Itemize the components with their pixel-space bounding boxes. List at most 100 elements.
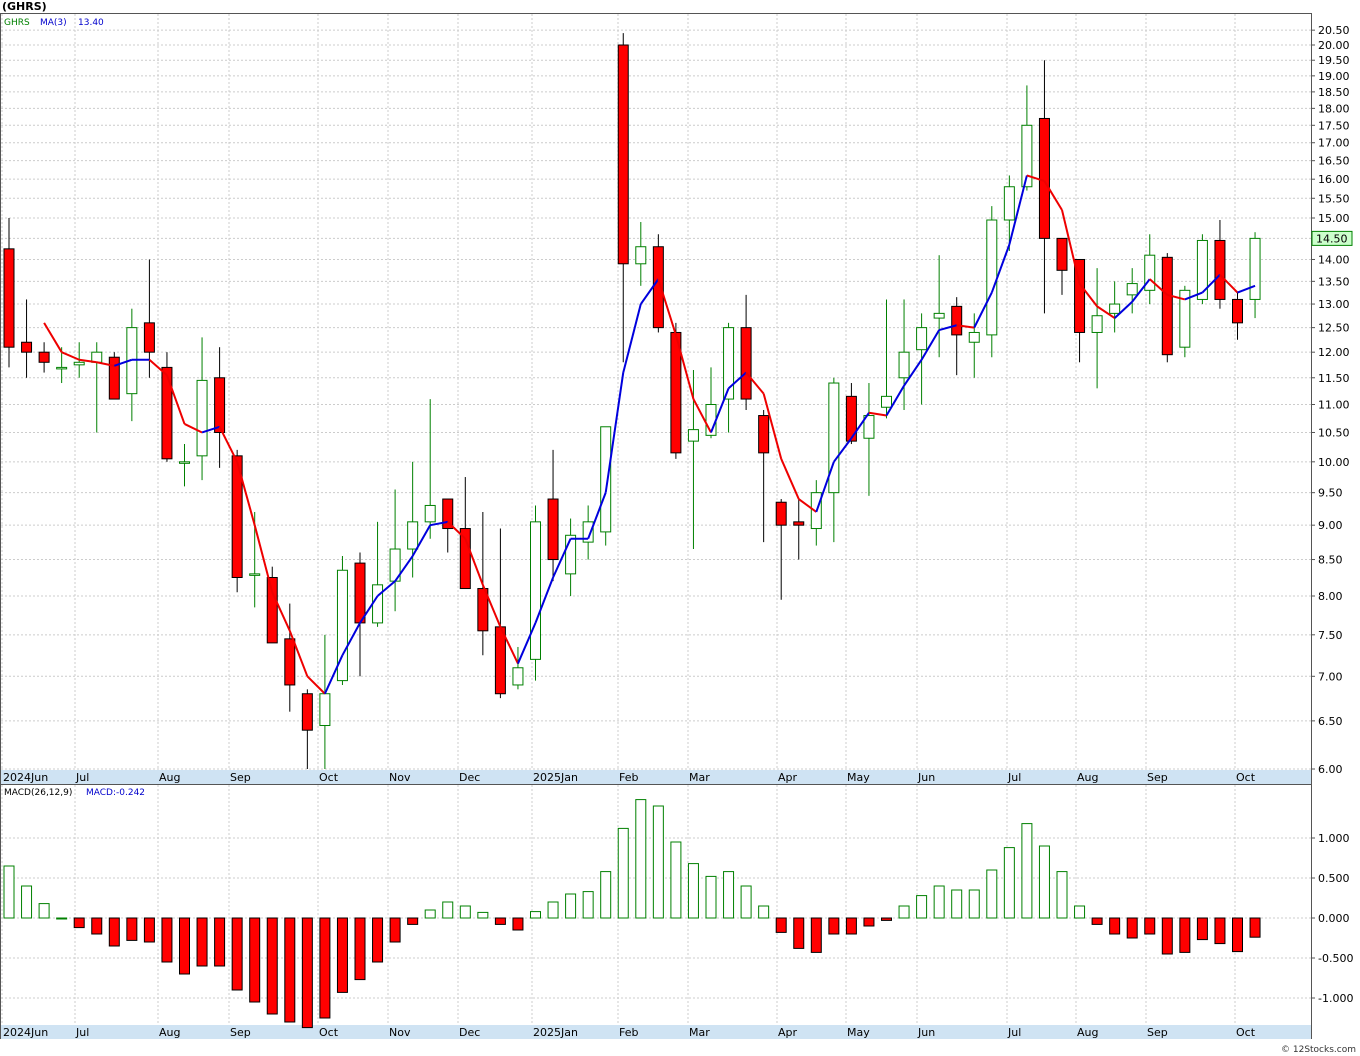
macd-x-axis-label: 2025Jan — [533, 1026, 578, 1039]
price-tick-label: 14.00 — [1318, 253, 1350, 266]
macd-bar — [1091, 917, 1103, 925]
price-tick-label: 6.50 — [1318, 715, 1343, 728]
macd-bar — [863, 917, 875, 927]
macd-bar — [582, 891, 594, 919]
macd-bar — [1109, 917, 1121, 935]
candle-body — [3, 248, 15, 348]
macd-bar — [1038, 845, 1050, 919]
candle-body — [266, 577, 278, 644]
macd-bar — [881, 917, 892, 921]
macd-bar — [56, 917, 68, 920]
price-tick-label: 7.50 — [1318, 629, 1343, 642]
macd-bar — [1161, 917, 1173, 955]
candle-body — [1091, 315, 1103, 333]
macd-bar — [1074, 905, 1086, 919]
candle-body — [161, 366, 173, 460]
macd-bar — [336, 917, 348, 993]
macd-bar — [810, 917, 822, 953]
candle-body — [1249, 237, 1261, 300]
candle-body — [1214, 239, 1226, 300]
candle-body — [284, 638, 296, 686]
macd-tick-label: -0.500 — [1318, 952, 1353, 965]
macd-bar — [793, 917, 805, 949]
x-axis-label: Nov — [389, 771, 411, 784]
last-price-tag: 14.50 — [1311, 230, 1353, 246]
macd-bar — [1003, 847, 1015, 919]
macd-bar — [143, 917, 155, 943]
macd-x-axis-label: Dec — [459, 1026, 480, 1039]
macd-legend-value: MACD:-0.242 — [86, 788, 145, 798]
macd-bar — [1196, 917, 1208, 941]
macd-bar — [161, 917, 173, 963]
candle-body — [1232, 298, 1243, 324]
candle-body — [38, 351, 50, 363]
candle-body — [512, 667, 524, 686]
macd-x-axis-label: Aug — [1077, 1026, 1098, 1039]
price-tick-label: 11.50 — [1318, 372, 1350, 385]
macd-x-axis-label: Jul — [1007, 1026, 1021, 1039]
macd-bar — [1179, 917, 1191, 953]
x-axis-label: Jul — [1007, 771, 1021, 784]
x-axis-label: Aug — [1077, 771, 1098, 784]
x-axis-label: 2025Jan — [533, 771, 578, 784]
chart-title: (GHRS) — [2, 0, 47, 13]
candle-body — [881, 395, 892, 408]
macd-bar — [407, 917, 419, 925]
price-tick-label: 8.00 — [1318, 590, 1343, 603]
macd-tick-label: 1.000 — [1318, 832, 1350, 845]
macd-bar — [1021, 823, 1033, 919]
macd-tick-label: -1.000 — [1318, 992, 1353, 1005]
stock-chart: 20.50 20.00 19.50 19.00 18.50 18.00 17.50 17.00… — [0, 0, 1360, 1056]
macd-bar — [828, 917, 840, 935]
macd-bar — [530, 911, 541, 919]
x-axis-label: Feb — [619, 771, 638, 784]
price-tick-label: 13.00 — [1318, 298, 1350, 311]
macd-bar — [231, 917, 243, 991]
macd-bar — [21, 885, 33, 919]
price-tick-label: 17.50 — [1318, 119, 1350, 132]
macd-bar — [933, 885, 945, 919]
legend-ma-name: MA(3) — [40, 18, 67, 28]
candle-body — [968, 331, 980, 343]
candle-body — [898, 351, 910, 379]
candle-body — [986, 219, 998, 336]
macd-bar — [968, 889, 980, 919]
macd-x-axis-label: Oct — [319, 1026, 339, 1039]
macd-bar — [389, 917, 401, 943]
macd-bar — [723, 871, 735, 919]
macd-x-axis-band — [1, 1025, 1311, 1039]
macd-bar — [1056, 871, 1068, 919]
x-axis-label: Oct — [319, 771, 339, 784]
macd-bar — [266, 917, 278, 1015]
candle-body — [933, 312, 945, 319]
macd-bar — [652, 805, 664, 919]
candle-body — [196, 379, 208, 457]
macd-bar — [845, 917, 857, 935]
macd-bar — [687, 863, 699, 919]
macd-bar — [617, 827, 629, 919]
x-axis-label: Sep — [1147, 771, 1168, 784]
macd-x-axis-label: Mar — [689, 1026, 710, 1039]
candle-body — [1161, 256, 1173, 356]
legend-ma-value: 13.40 — [78, 18, 104, 28]
x-axis-label: 2024Jun — [3, 771, 48, 784]
candle-body — [600, 426, 612, 533]
candlestick — [161, 352, 173, 462]
candlestick — [1179, 285, 1191, 358]
macd-bar — [635, 799, 647, 919]
macd-bar — [951, 889, 963, 919]
candle-body — [793, 521, 805, 526]
candle-body — [530, 521, 541, 660]
price-tick-label: 9.50 — [1318, 487, 1343, 500]
macd-bar — [249, 917, 261, 1003]
price-tick-label: 19.00 — [1318, 70, 1350, 83]
footer-copyright: © 12Stocks.com — [1281, 1045, 1356, 1055]
macd-x-axis-label: May — [847, 1026, 870, 1039]
macd-bar — [705, 875, 717, 919]
price-tick-label: 12.00 — [1318, 346, 1350, 359]
macd-x-axis-label: Jul — [75, 1026, 89, 1039]
candle-body — [547, 498, 559, 561]
candle-body — [916, 327, 928, 351]
macd-bar — [38, 903, 50, 919]
price-tick-label: 19.50 — [1318, 54, 1350, 67]
